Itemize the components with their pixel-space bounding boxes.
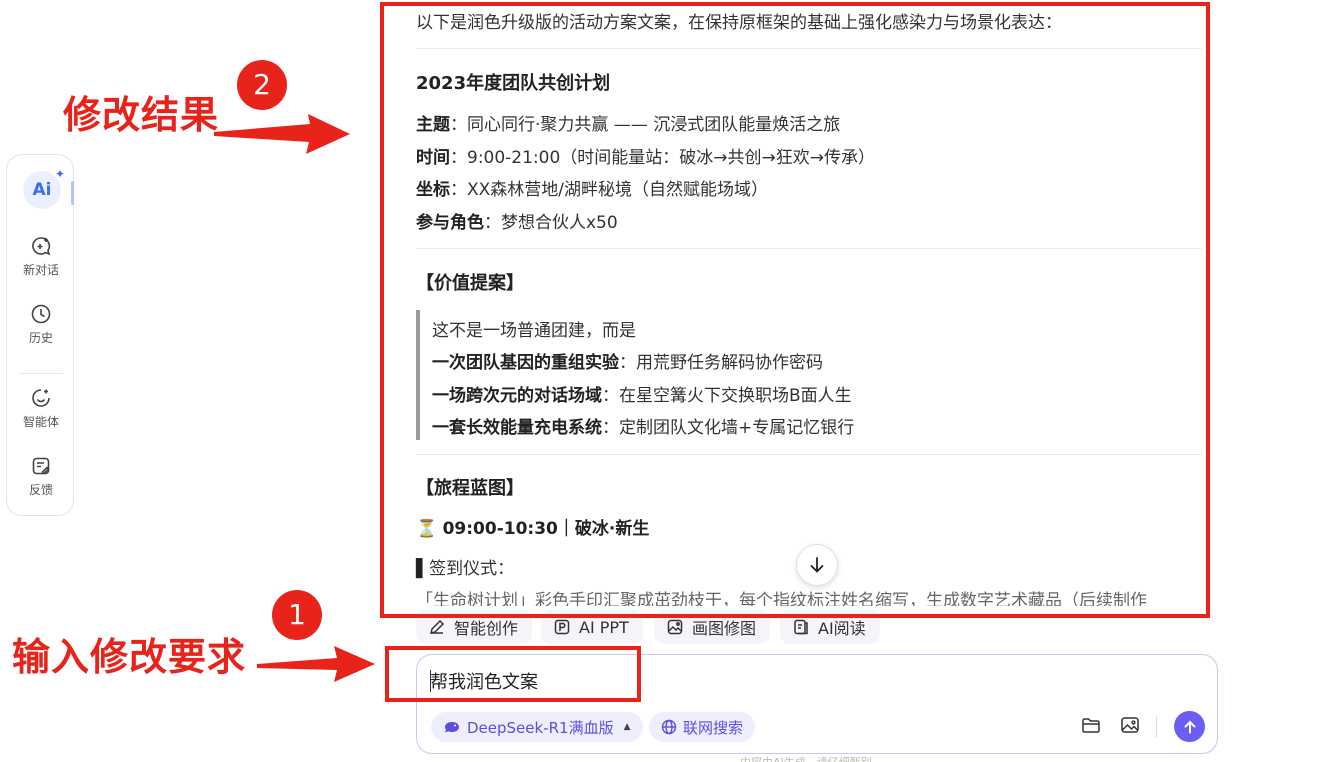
sidebar-divider [19,373,63,374]
toolbar-divider [1156,716,1157,738]
send-button[interactable] [1174,711,1205,742]
sidebar-item-label: 历史 [28,331,53,345]
annotation-input-label: 输入修改要求 [12,635,247,679]
quick-action-label: 智能创作 [454,619,519,638]
web-search-label: 联网搜索 [683,718,744,737]
history-icon [31,304,51,324]
sidebar-item-label: 新对话 [22,263,59,277]
feedback-icon [32,457,50,475]
ppt-icon [554,619,570,635]
image-upload-icon[interactable] [1119,714,1141,736]
caret-up-icon: ▲ [623,722,631,732]
input-highlight-box [385,646,641,702]
read-icon [794,619,808,635]
left-sidebar: Ai ✦ 新对话 历史 智能体 反馈 [6,154,74,516]
folder-icon[interactable] [1080,714,1102,736]
sparkle-icon: ✦ [55,167,66,181]
web-search-toggle[interactable]: 联网搜索 [649,712,756,742]
footer-hint: 内容由AI生成，请仔细甄别 [740,754,872,762]
sidebar-item-label: 反馈 [28,483,53,497]
annotation-number-1: 1 [272,590,322,640]
deepseek-whale-icon [445,722,459,733]
arrow-up-icon [1184,720,1195,733]
new-chat-icon [32,237,51,256]
ai-logo-text: Ai [32,180,52,200]
active-indicator [71,181,74,205]
sidebar-item-history[interactable]: 历史 [7,303,75,346]
annotation-result-label: 修改结果 [63,93,220,137]
model-label: DeepSeek-R1满血版 [467,718,614,737]
image-edit-icon [667,619,683,635]
annotation-arrow-result [214,114,350,154]
sidebar-item-label: 智能体 [22,415,59,429]
agent-icon [32,389,50,407]
globe-icon [661,719,677,735]
quick-action-label: AI阅读 [818,619,866,638]
quick-action-label: 画图修图 [692,619,757,638]
sidebar-item-agent[interactable]: 智能体 [7,387,75,430]
annotation-arrow-input [257,646,375,682]
quick-action-label: AI PPT [579,617,629,637]
model-selector[interactable]: DeepSeek-R1满血版 ▲ [431,712,643,742]
annotation-number-2: 2 [237,60,287,110]
pen-icon [429,619,445,635]
result-highlight-box [380,2,1210,618]
sidebar-item-new-chat[interactable]: 新对话 [7,235,75,278]
sidebar-item-feedback[interactable]: 反馈 [7,455,75,498]
